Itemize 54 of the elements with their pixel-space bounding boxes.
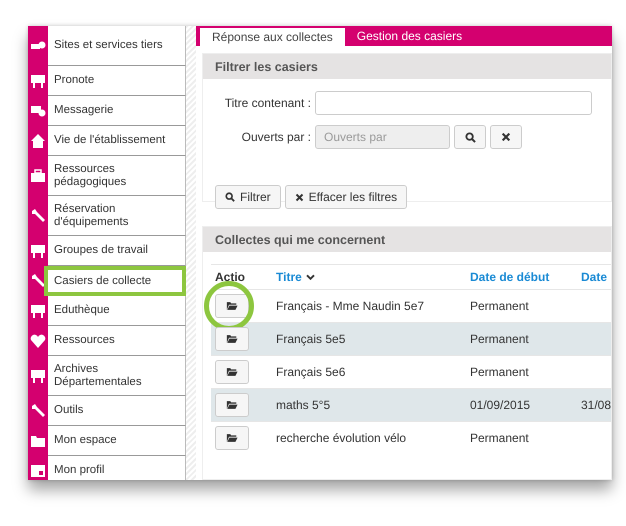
- clear-button[interactable]: [490, 125, 522, 149]
- opened-by-field[interactable]: Ouverts par: [315, 125, 450, 149]
- sidebar-item[interactable]: Casiers de collecte: [44, 266, 186, 296]
- folder-icon: [30, 433, 46, 449]
- panel-title: Filtrer les casiers: [203, 54, 611, 79]
- table-cell: Permanent: [470, 431, 529, 445]
- column-header[interactable]: Date: [581, 270, 608, 284]
- easel-icon: [30, 368, 46, 384]
- search-icon: [464, 132, 476, 142]
- folder-icon: [226, 433, 238, 443]
- open-folder-button[interactable]: [215, 294, 249, 318]
- close-icon: [501, 132, 511, 142]
- search-button[interactable]: [454, 125, 486, 149]
- table-cell: 01/09/2015: [470, 398, 530, 412]
- column-header[interactable]: Date de début: [470, 270, 550, 284]
- title-field[interactable]: [315, 91, 592, 115]
- open-folder-button[interactable]: [215, 393, 249, 417]
- table-cell: Permanent: [470, 332, 529, 346]
- field-label: Ouverts par :: [240, 130, 311, 144]
- wrench-icon: [30, 273, 46, 289]
- reset-filters-button[interactable]: Effacer les filtres: [284, 185, 408, 209]
- table-cell: recherche évolution vélo: [276, 431, 406, 445]
- easel-icon: [30, 243, 46, 259]
- column-header: Actio: [215, 270, 245, 284]
- wrench-icon: [30, 403, 46, 419]
- open-folder-button[interactable]: [215, 327, 249, 351]
- table-cell: Français - Mme Naudin 5e7: [276, 299, 424, 313]
- search-icon: [225, 192, 235, 202]
- open-folder-button[interactable]: [215, 360, 249, 384]
- table-cell: Permanent: [470, 365, 529, 379]
- folder-icon: [226, 301, 238, 311]
- wrench-icon: [30, 208, 46, 224]
- table-cell: 31/08: [581, 398, 612, 412]
- house-icon: [30, 133, 46, 149]
- open-folder-button[interactable]: [215, 426, 249, 450]
- tab[interactable]: Réponse aux collectes: [200, 28, 345, 46]
- panel-title: Collectes qui me concernent: [203, 227, 611, 252]
- table-cell: Permanent: [470, 299, 529, 313]
- folder-icon: [226, 400, 238, 410]
- heart-icon: [30, 333, 46, 349]
- table-cell: Français 5e5: [276, 332, 346, 346]
- table-cell: Français 5e6: [276, 365, 346, 379]
- easel-icon: [30, 73, 46, 89]
- column-header[interactable]: Titre: [276, 270, 302, 284]
- toolbox-icon: [30, 168, 46, 184]
- tab[interactable]: Gestion des casiers: [344, 26, 474, 46]
- folder-icon: [226, 334, 238, 344]
- table-cell: maths 5°5: [276, 398, 330, 412]
- field-label: Titre contenant :: [224, 96, 311, 110]
- close-icon: [294, 192, 304, 202]
- folder-icon: [226, 367, 238, 377]
- easel-icon: [30, 303, 46, 319]
- chevron-down-icon: [306, 274, 315, 280]
- filter-button[interactable]: Filtrer: [215, 185, 281, 209]
